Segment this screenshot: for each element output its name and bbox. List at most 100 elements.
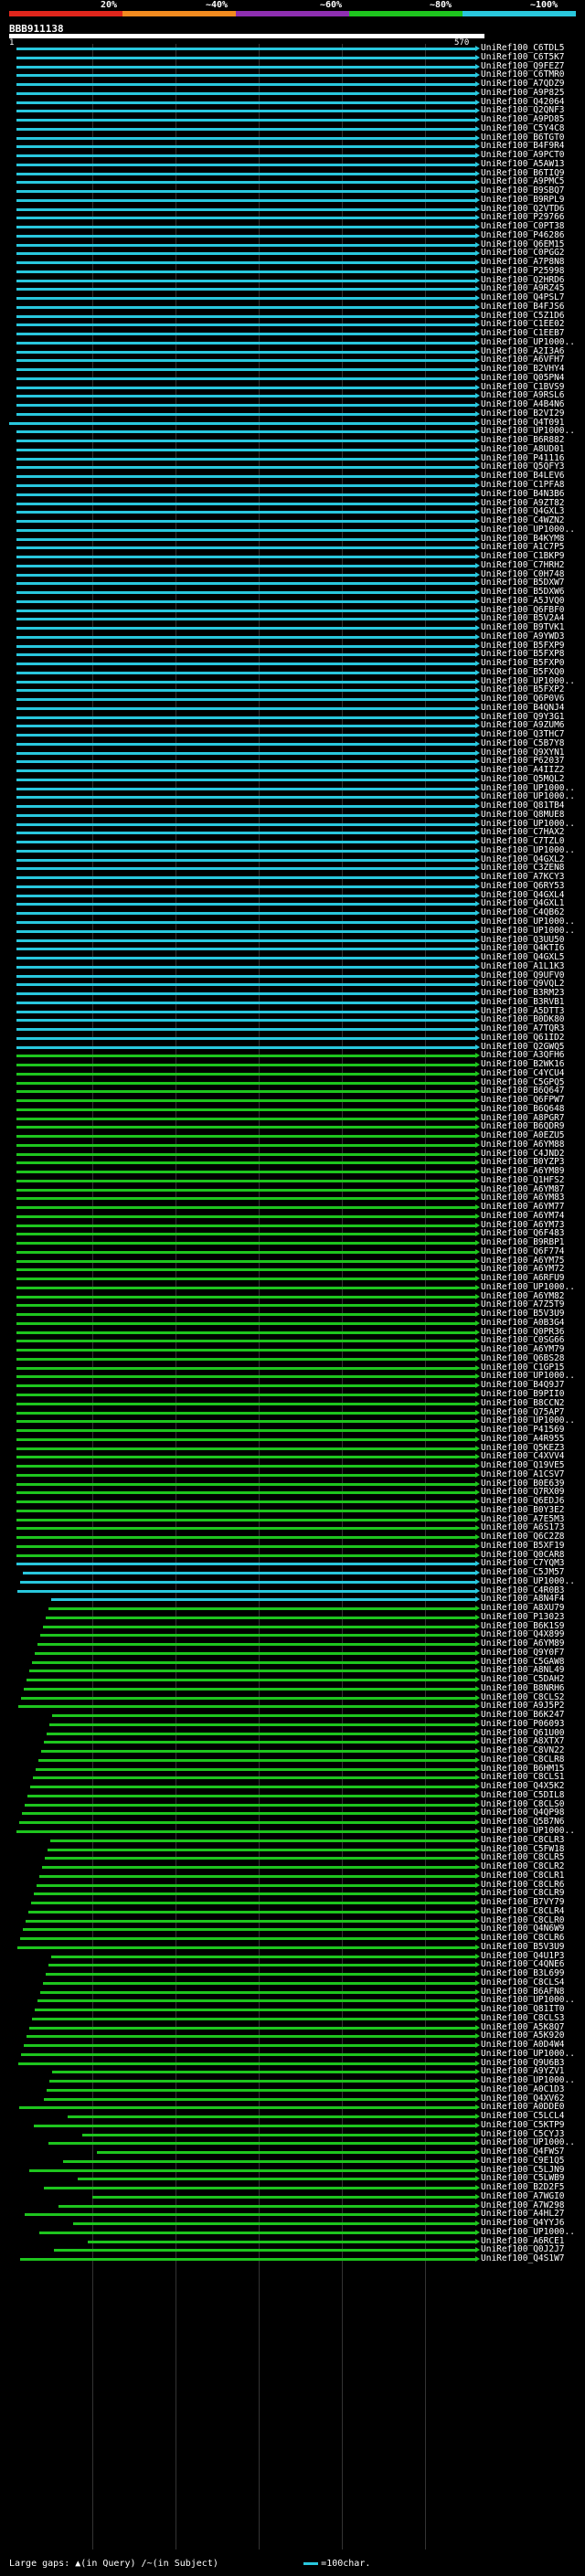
hit-bar[interactable] [25,2211,480,2218]
hit-bar[interactable] [16,669,480,675]
hit-bar[interactable] [16,393,480,399]
hit-bar[interactable] [68,2114,480,2120]
hit-bar[interactable] [16,429,480,435]
hit-bar[interactable] [43,1979,480,1986]
hit-bar[interactable] [16,1561,480,1567]
hit-bar[interactable] [16,179,480,186]
hit-bar[interactable] [16,81,480,88]
hit-bar[interactable] [16,687,480,694]
hit-bar[interactable] [20,1935,480,1942]
hit-bar[interactable] [27,1677,480,1683]
hit-bar[interactable] [24,2042,480,2049]
hit-bar[interactable] [37,1882,480,1888]
hit-bar[interactable] [16,918,480,925]
hit-bar[interactable] [16,821,480,827]
hit-bar[interactable] [16,63,480,69]
hit-bar[interactable] [16,90,480,96]
hit-bar[interactable] [35,1649,480,1656]
hit-bar[interactable] [16,598,480,604]
hit-bar[interactable] [44,2095,480,2102]
hit-bar[interactable] [16,1525,480,1532]
hit-bar[interactable] [40,1988,480,1995]
hit-bar[interactable] [16,1338,480,1344]
hit-bar[interactable] [16,1427,480,1434]
hit-bar[interactable] [16,811,480,818]
hit-bar[interactable] [16,883,480,889]
hit-bar[interactable] [16,1248,480,1255]
hit-bar[interactable] [18,2060,480,2066]
hit-bar[interactable] [16,562,480,568]
hit-bar[interactable] [50,1837,480,1843]
hit-bar[interactable] [16,143,480,150]
hit-bar[interactable] [16,117,480,123]
hit-bar[interactable] [16,99,480,105]
hit-bar[interactable] [16,1355,480,1362]
hit-bar[interactable] [43,1623,480,1629]
hit-bar[interactable] [16,768,480,774]
hit-bar[interactable] [16,357,480,364]
hit-bar[interactable] [48,1606,480,1612]
hit-bar[interactable] [16,1141,480,1148]
hit-bar[interactable] [16,991,480,997]
hit-bar[interactable] [16,438,480,444]
hit-bar[interactable] [58,2202,480,2209]
hit-bar[interactable] [16,705,480,711]
hit-bar[interactable] [51,1953,480,1959]
hit-bar[interactable] [16,206,480,212]
hit-bar[interactable] [16,286,480,292]
hit-bar[interactable] [16,1418,480,1425]
hit-bar[interactable] [47,2086,480,2093]
hit-bar[interactable] [16,46,480,51]
hit-bar[interactable] [16,910,480,917]
hit-bar[interactable] [16,723,480,729]
hit-bar[interactable] [16,892,480,898]
hit-bar[interactable] [16,661,480,667]
hit-bar[interactable] [19,1819,480,1826]
hit-bar[interactable] [16,1293,480,1299]
hit-bar[interactable] [31,1900,480,1906]
hit-bar[interactable] [16,554,480,560]
hit-bar[interactable] [16,1454,480,1460]
hit-bar[interactable] [16,232,480,239]
hit-bar[interactable] [16,1499,480,1505]
hit-bar[interactable] [16,678,480,684]
hit-bar[interactable] [16,625,480,631]
hit-bar[interactable] [16,1552,480,1558]
hit-bar[interactable] [16,215,480,221]
hit-bar[interactable] [30,1784,480,1790]
hit-bar[interactable] [49,2078,480,2084]
hit-bar[interactable] [16,1133,480,1140]
hit-bar[interactable] [29,2024,480,2030]
hit-bar[interactable] [16,535,480,542]
hit-bar[interactable] [16,1373,480,1380]
hit-bar[interactable] [16,1044,480,1050]
hit-bar[interactable] [20,2256,480,2263]
hit-bar[interactable] [16,241,480,248]
hit-bar[interactable] [39,1872,480,1879]
hit-bar[interactable] [16,473,480,480]
hit-bar[interactable] [97,2149,480,2156]
hit-bar[interactable] [16,1409,480,1415]
hit-bar[interactable] [16,1400,480,1406]
hit-bar[interactable] [16,500,480,506]
hit-bar[interactable] [33,1775,480,1781]
hit-bar[interactable] [48,1846,480,1852]
hit-bar[interactable] [16,946,480,952]
hit-bar[interactable] [23,1926,480,1933]
hit-bar[interactable] [44,2185,480,2191]
hit-bar[interactable] [16,865,480,872]
hit-bar[interactable] [16,313,480,319]
hit-bar[interactable] [16,1204,480,1211]
hit-bar[interactable] [16,1008,480,1014]
hit-bar[interactable] [18,1703,480,1710]
hit-bar[interactable] [16,1088,480,1095]
hit-bar[interactable] [23,1570,480,1576]
hit-bar[interactable] [16,402,480,408]
hit-bar[interactable] [37,1641,480,1648]
hit-bar[interactable] [16,509,480,515]
hit-bar[interactable] [16,277,480,283]
hit-bar[interactable] [16,589,480,596]
hit-bar[interactable] [16,455,480,461]
hit-bar[interactable] [16,348,480,355]
hit-bar[interactable] [73,2221,480,2227]
